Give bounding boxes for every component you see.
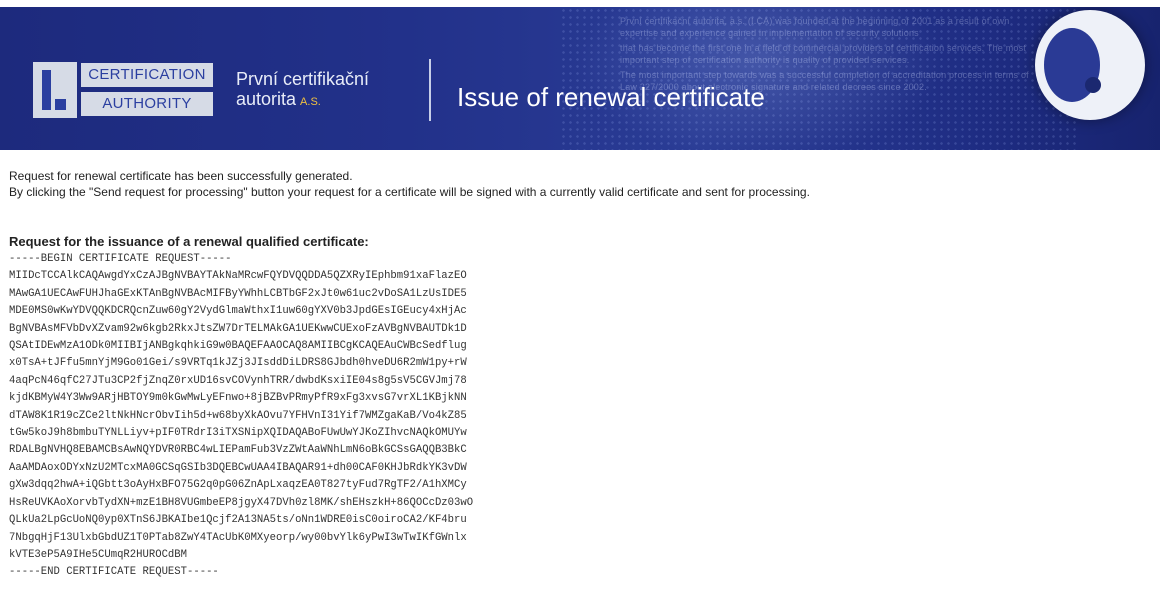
pem-line: RDALBgNVHQ8EBAMCBsAwNQYDVR0RBC4wLIEPamFu… xyxy=(9,444,467,457)
pem-line: QSAtIDEwMzA1ODk0MIIBIjANBgkqhkiG9w0BAQEF… xyxy=(9,340,467,353)
pem-line: HsReUVKAoXorvbTydXN+mzE1BH8VUGmbeEP8jgyX… xyxy=(9,496,474,509)
pem-line: MAwGA1UECAwFUHJhaGExKTAnBgNVBAcMIFByYWhh… xyxy=(9,287,467,300)
eye-dot xyxy=(1085,77,1101,93)
pem-line: MDE0MS0wKwYDVQQKDCRQcnZuw60gY2VydGlmaWth… xyxy=(9,305,467,318)
certificate-request-text[interactable]: -----BEGIN CERTIFICATE REQUEST----- MIID… xyxy=(9,251,473,582)
top-strip xyxy=(0,0,1160,7)
pem-line: AaAMDAoxODYxNzU2MTcxMA0GCSqGSIb3DQEBCwUA… xyxy=(9,461,467,474)
pem-line: MIIDcTCCAlkCAQAwgdYxCzAJBgNVBAYTAkNaMRcw… xyxy=(9,270,467,283)
logo-bar xyxy=(42,70,51,110)
banner-background-paragraph: První certifikační autorita, a.s. (I.CA)… xyxy=(620,16,1010,38)
header-banner: První certifikační autorita, a.s. (I.CA)… xyxy=(0,7,1160,150)
pem-line: -----BEGIN CERTIFICATE REQUEST----- xyxy=(9,253,232,265)
logo-line-certification: CERTIFICATION xyxy=(81,63,213,87)
pem-line: gXw3dqq2hwA+iQGbtt3oAyHxBFO75G2q0pG06ZnA… xyxy=(9,479,467,492)
company-name-line2: autorita A.S. xyxy=(236,89,369,112)
pem-line: dTAW8K1R19cZCe2ltNkHNcrObvIih5d+w68byXkA… xyxy=(9,409,467,422)
pem-line: tGw5koJ9h8bmbuTYNLLiyv+pIF0TRdrI3iTXSNip… xyxy=(9,427,467,440)
pem-line: 4aqPcN46qfC27JTu3CP2fjZnqZ0rxUD16svCOVyn… xyxy=(9,374,467,387)
banner-background-paragraph: that has become the first one in a field… xyxy=(620,43,1027,65)
ica-logo[interactable]: CERTIFICATION AUTHORITY xyxy=(33,62,215,118)
company-name-autorita: autorita xyxy=(236,89,297,109)
pem-line: kVTE3eP5A9IHe5CUmqR2HUROCdBM xyxy=(9,548,188,561)
success-message: Request for renewal certificate has been… xyxy=(9,169,353,183)
company-name-line1: První certifikační xyxy=(236,69,370,89)
logo-line-authority: AUTHORITY xyxy=(81,92,213,116)
pem-line: x0TsA+tJFfu5mnYjM9Go01Gei/s9VRTq1kJZj3JI… xyxy=(9,357,467,370)
company-suffix: A.S. xyxy=(300,96,321,108)
eye-icon xyxy=(1035,10,1145,120)
page-title: Issue of renewal certificate xyxy=(457,82,765,112)
header-divider xyxy=(429,59,431,121)
instruction-message: By clicking the "Send request for proces… xyxy=(9,185,810,199)
main-content: Request for renewal certificate has been… xyxy=(9,168,1149,578)
logo-dot xyxy=(55,99,66,110)
request-heading: Request for the issuance of a renewal qu… xyxy=(9,234,369,249)
logo-words: CERTIFICATION AUTHORITY xyxy=(81,62,215,118)
company-name: První certifikační autorita A.S. xyxy=(236,69,369,112)
pem-line: -----END CERTIFICATE REQUEST----- xyxy=(9,566,219,579)
pem-line: kjdKBMyW4Y3Ww9ARjHBTOY9m0kGwMwLyEFnwo+8j… xyxy=(9,392,467,405)
pem-line: BgNVBAsMFVbDvXZvam92w6kgb2RkxJtsZW7DrTEL… xyxy=(9,322,467,335)
pem-line: 7NbgqHjF13UlxbGbdUZ1T0PTab8ZwY4TAcUbK0MX… xyxy=(9,531,467,544)
pem-line: QLkUa2LpGcUoNQ0yp0XTnS6JBKAIbe1Qcjf2A13N… xyxy=(9,514,467,527)
ica-logo-icon xyxy=(33,62,77,118)
